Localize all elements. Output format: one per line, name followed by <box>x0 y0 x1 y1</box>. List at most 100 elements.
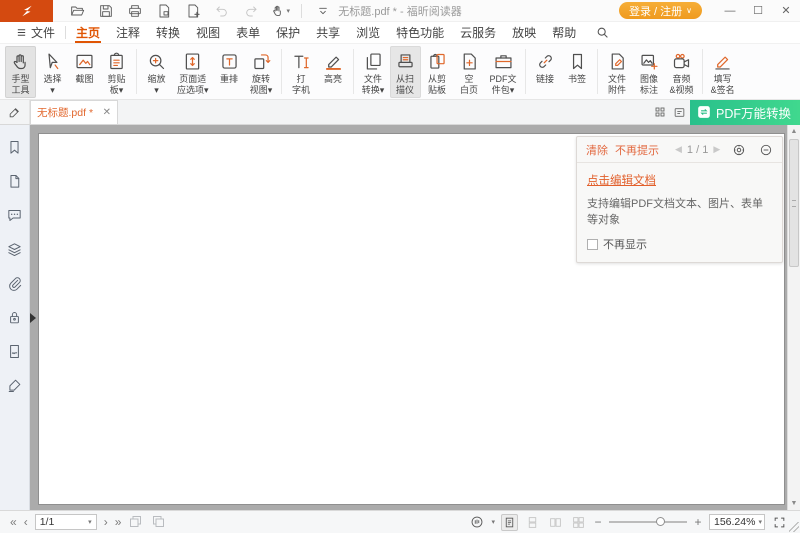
maximize-button[interactable]: ☐ <box>744 0 772 22</box>
blank-page-button[interactable]: 空白页 <box>454 46 485 98</box>
snapshot-button[interactable]: 截图 <box>69 46 100 87</box>
pdf-converter-button[interactable]: PDF万能转换 <box>690 100 800 125</box>
zoom-slider[interactable] <box>609 515 687 529</box>
typewriter-button[interactable]: 打字机 <box>286 46 317 98</box>
menu-tab-11[interactable]: 帮助 <box>544 22 584 43</box>
from-scanner-button[interactable]: 从扫描仪 <box>390 46 421 98</box>
tab-grid-icon[interactable] <box>650 100 670 125</box>
scroll-up-icon[interactable]: ▲ <box>788 125 800 138</box>
chevron-down-icon[interactable]: ▾ <box>491 518 495 526</box>
menu-tab-5[interactable]: 保护 <box>268 22 308 43</box>
login-register-button[interactable]: 登录 / 注册 ∨ <box>619 2 702 19</box>
hint-collapse-icon[interactable] <box>759 143 773 157</box>
pointer-mode-icon[interactable] <box>468 514 485 531</box>
hand-tool-button[interactable]: 手型工具 <box>5 46 36 98</box>
hand-mode-icon[interactable]: ▾ <box>270 2 290 20</box>
dont-show-checkbox[interactable] <box>587 239 598 250</box>
scroll-down-icon[interactable]: ▼ <box>788 497 800 510</box>
tab-close-icon[interactable]: ✕ <box>103 107 111 118</box>
quick-edit-icon[interactable] <box>0 100 30 124</box>
last-page-button[interactable]: » <box>115 516 122 528</box>
open-folder-icon[interactable] <box>67 2 87 20</box>
signatures-panel-icon[interactable] <box>6 343 23 360</box>
stamps-panel-icon[interactable] <box>6 377 23 394</box>
attach-icon <box>607 51 628 72</box>
hint-settings-gear-icon[interactable] <box>732 143 746 157</box>
next-page-button[interactable]: › <box>104 516 108 528</box>
window-resize-grip[interactable] <box>789 522 799 532</box>
edit-hint-panel: 清除 不再提示 ◀ 1 / 1 ▶ 点击编辑文档 支 <box>576 136 783 263</box>
previous-view-icon[interactable] <box>128 514 144 530</box>
next-view-icon[interactable] <box>151 514 167 530</box>
page-fit-options-button[interactable]: 页面适应选项▾ <box>173 46 213 98</box>
hint-prev-icon[interactable]: ◀ <box>675 144 682 155</box>
zoom-level-box[interactable]: 156.24% ▾ <box>709 514 765 530</box>
page-number-box[interactable]: 1/1 ▾ <box>35 514 97 530</box>
facing-continuous-view-icon[interactable] <box>570 514 587 531</box>
search-icon[interactable] <box>588 22 617 43</box>
tab-list-icon[interactable] <box>670 100 690 125</box>
menu-tab-home[interactable]: 主页 <box>68 22 108 43</box>
menu-tab-9[interactable]: 云服务 <box>452 22 504 43</box>
single-page-view-icon[interactable] <box>501 514 518 531</box>
zoom-slider-thumb[interactable] <box>656 517 665 526</box>
close-button[interactable]: ✕ <box>772 0 800 22</box>
clipboard-button[interactable]: 剪贴板▾ <box>101 46 132 98</box>
scrollbar-thumb[interactable] <box>789 139 799 267</box>
customize-chevron-icon[interactable] <box>313 2 333 20</box>
toolbar-group-divider <box>702 49 703 94</box>
zoom-button[interactable]: 缩放▾ <box>141 46 172 98</box>
menu-tab-8[interactable]: 特色功能 <box>388 22 452 43</box>
rotate-icon <box>251 51 272 72</box>
minimize-button[interactable]: — <box>716 0 744 22</box>
zoom-in-button[interactable]: + <box>693 515 703 529</box>
new-file-icon[interactable] <box>183 2 203 20</box>
audio-video-button[interactable]: 音频&视频 <box>666 46 698 98</box>
comments-panel-icon[interactable] <box>6 207 23 224</box>
file-convert-button[interactable]: 文件转换▾ <box>358 46 389 98</box>
rotate-view-label: 旋转视图▾ <box>250 74 273 96</box>
menu-tab-7[interactable]: 浏览 <box>348 22 388 43</box>
continuous-view-icon[interactable] <box>524 514 541 531</box>
highlight-button[interactable]: 高亮 <box>318 46 349 87</box>
menu-file[interactable]: 文件 <box>8 22 63 43</box>
link-label: 链接 <box>536 74 554 85</box>
menu-tab-4[interactable]: 表单 <box>228 22 268 43</box>
clear-link[interactable]: 清除 <box>586 142 608 158</box>
sidebar-expand-handle[interactable] <box>30 313 36 323</box>
print-icon[interactable] <box>125 2 145 20</box>
link-button[interactable]: 链接 <box>530 46 561 87</box>
menu-tab-6[interactable]: 共享 <box>308 22 348 43</box>
bookmark-button[interactable]: 书签 <box>562 46 593 87</box>
facing-view-icon[interactable] <box>547 514 564 531</box>
layers-panel-icon[interactable] <box>6 241 23 258</box>
bookmarks-panel-icon[interactable] <box>6 139 23 156</box>
menu-tab-2[interactable]: 转换 <box>148 22 188 43</box>
vertical-scrollbar[interactable]: ▲ ▼ <box>787 125 800 510</box>
save-icon[interactable] <box>96 2 116 20</box>
rotate-view-button[interactable]: 旋转视图▾ <box>246 46 277 98</box>
file-attachment-button[interactable]: 文件附件 <box>602 46 633 98</box>
menu-tab-10[interactable]: 放映 <box>504 22 544 43</box>
snapshot-label: 截图 <box>75 74 93 85</box>
first-page-button[interactable]: « <box>10 516 17 528</box>
menu-tab-1[interactable]: 注释 <box>108 22 148 43</box>
dont-remind-link[interactable]: 不再提示 <box>615 142 659 158</box>
document-tab[interactable]: 无标题.pdf * ✕ <box>30 100 118 124</box>
prev-page-button[interactable]: ‹ <box>24 516 28 528</box>
fullscreen-icon[interactable] <box>771 514 788 531</box>
from-clipboard-button[interactable]: 从剪贴板 <box>422 46 453 98</box>
select-button[interactable]: 选择▾ <box>37 46 68 98</box>
reflow-button[interactable]: 重排 <box>214 46 245 87</box>
menu-tab-3[interactable]: 视图 <box>188 22 228 43</box>
attachments-panel-icon[interactable] <box>6 275 23 292</box>
zoom-out-button[interactable]: − <box>593 515 603 529</box>
convert-file-icon[interactable] <box>154 2 174 20</box>
hint-next-icon[interactable]: ▶ <box>713 144 720 155</box>
pdf-portfolio-button[interactable]: PDF文件包▾ <box>486 46 521 98</box>
pages-panel-icon[interactable] <box>6 173 23 190</box>
security-panel-icon[interactable] <box>6 309 23 326</box>
edit-document-link[interactable]: 点击编辑文档 <box>587 172 656 188</box>
fill-sign-button[interactable]: 填写&签名 <box>707 46 739 98</box>
image-annotation-button[interactable]: 图像标注 <box>634 46 665 98</box>
